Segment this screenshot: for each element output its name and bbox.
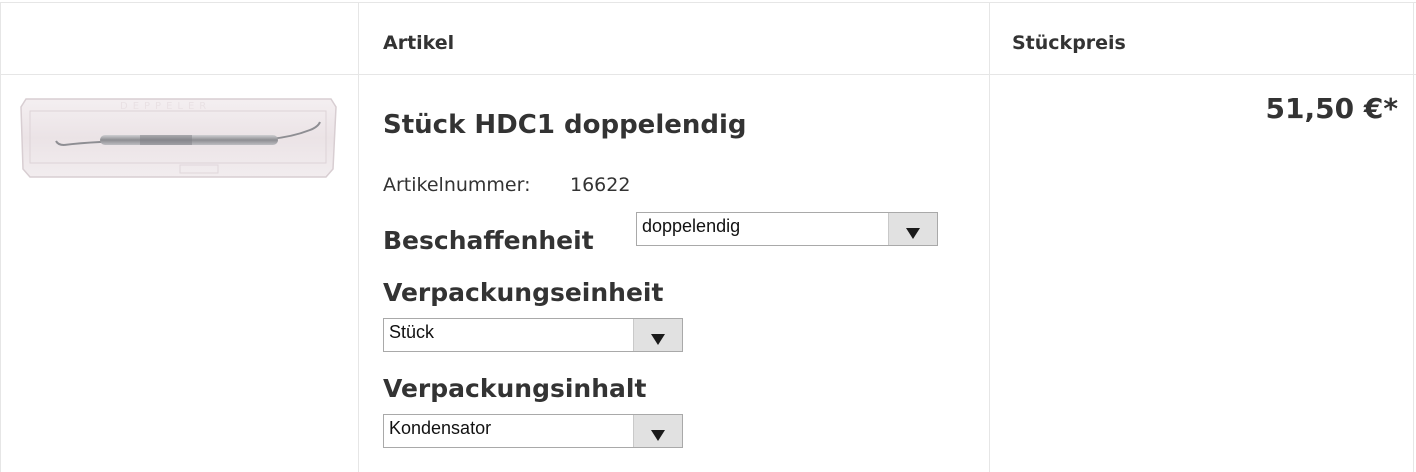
verpackungseinheit-dropdown-button[interactable]: [633, 319, 682, 351]
svg-text:DEPPELER: DEPPELER: [120, 101, 211, 112]
option-label-beschaffenheit: Beschaffenheit: [383, 226, 594, 255]
column-divider-image-article: [358, 2, 359, 472]
option-label-verpackungsinhalt: Verpackungsinhalt: [383, 374, 647, 403]
chevron-down-icon: [651, 430, 665, 441]
column-divider-article-price: [989, 2, 990, 472]
option-label-verpackungseinheit: Verpackungseinheit: [383, 278, 664, 307]
product-image[interactable]: DEPPELER: [20, 97, 337, 179]
article-number-value: 16622: [570, 174, 631, 196]
article-number-label: Artikelnummer:: [383, 174, 531, 196]
beschaffenheit-select[interactable]: doppelendig: [636, 212, 938, 246]
chevron-down-icon: [906, 228, 920, 239]
verpackungsinhalt-selected-value: Kondensator: [389, 418, 492, 438]
cart-table: Artikel Stückpreis DEPPELER Stück HDC1 d…: [0, 0, 1416, 472]
verpackungsinhalt-dropdown-button[interactable]: [633, 415, 682, 447]
verpackungsinhalt-select[interactable]: Kondensator: [383, 414, 683, 448]
unit-price: 51,50 €*: [1265, 92, 1398, 125]
column-header-unit-price: Stückpreis: [1012, 32, 1126, 54]
header-divider: [0, 74, 1416, 75]
verpackungseinheit-select[interactable]: Stück: [383, 318, 683, 352]
beschaffenheit-dropdown-button[interactable]: [888, 213, 937, 245]
verpackungseinheit-selected-value: Stück: [389, 322, 435, 342]
product-title[interactable]: Stück HDC1 doppelendig: [383, 110, 747, 140]
column-header-article: Artikel: [383, 32, 455, 54]
table-right-border: [1413, 2, 1414, 472]
beschaffenheit-selected-value: doppelendig: [642, 216, 741, 236]
table-left-border: [0, 2, 1, 472]
instrument-case-icon: DEPPELER: [20, 98, 337, 178]
chevron-down-icon: [651, 334, 665, 345]
table-top-border: [0, 2, 1416, 3]
